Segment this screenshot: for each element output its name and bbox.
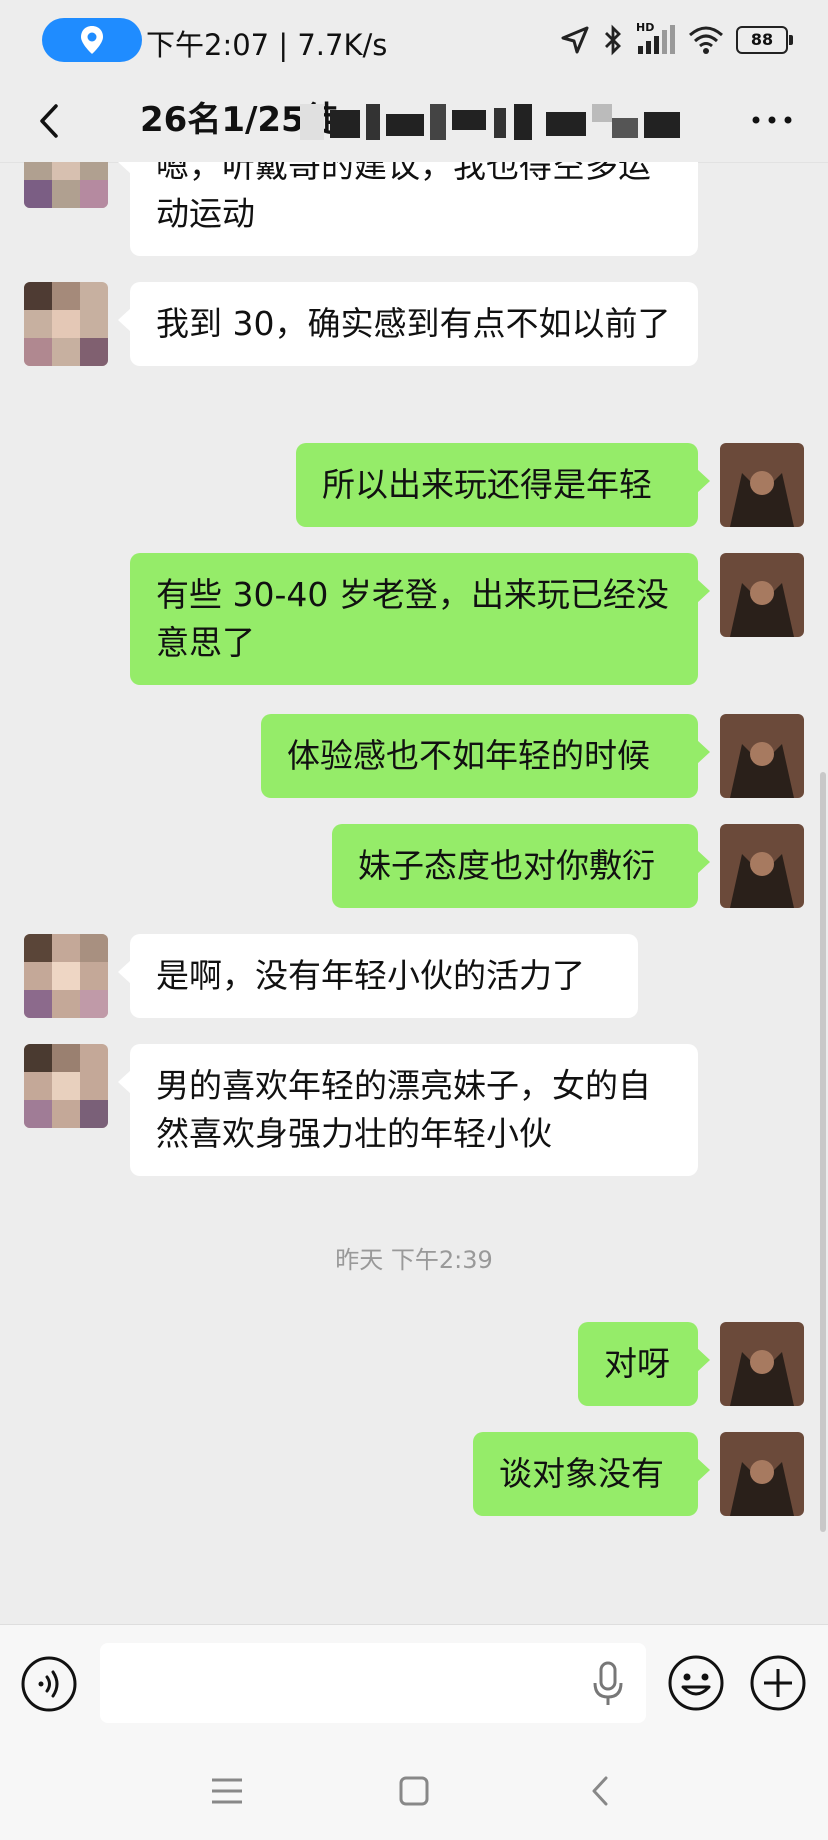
contact-avatar[interactable] [24,282,108,366]
my-avatar[interactable] [720,824,804,908]
status-icons: HD 88 [560,21,793,58]
message-row: 男的喜欢年轻的漂亮妹子，女的自然喜欢身强力壮的年轻小伙 [0,1044,828,1184]
message-bubble[interactable]: 对呀 [578,1322,710,1406]
recent-apps-button[interactable] [206,1770,248,1812]
plus-icon [750,1655,806,1711]
contact-avatar[interactable] [24,162,108,208]
signal-icon: HD [636,21,676,56]
more-dots-icon [752,116,792,124]
voice-button[interactable] [20,1655,78,1713]
message-timestamp: 昨天 下午2:39 [335,1246,493,1274]
message-bubble[interactable]: 我到 30，确实感到有点不如以前了 [118,282,698,366]
my-avatar[interactable] [720,553,804,637]
emoji-button[interactable] [666,1653,726,1713]
system-navigation-bar [0,1740,828,1840]
message-row: 嗯，听戴哥的建议，我也得空多运动运动 [0,162,828,264]
message-row: 谈对象没有 [0,1432,828,1522]
bluetooth-icon [605,24,621,56]
chat-message-list[interactable]: 嗯，听戴哥的建议，我也得空多运动运动 我到 30，确实感到有点不如以前了 所以出… [0,162,828,1624]
message-bubble[interactable]: 所以出来玩还得是年轻 [296,443,710,527]
battery-icon: 88 [736,26,793,54]
message-bubble[interactable]: 妹子态度也对你敷衍 [332,824,710,908]
home-button[interactable] [393,1770,435,1812]
message-row: 所以出来玩还得是年轻 [0,443,828,533]
message-row: 妹子态度也对你敷衍 [0,824,828,914]
contact-avatar[interactable] [24,1044,108,1128]
location-indicator [42,18,142,62]
emoji-icon [668,1655,724,1711]
message-row: 有些 30-40 岁老登，出来玩已经没意思了 [0,553,828,693]
input-bar [0,1624,828,1741]
more-button[interactable] [746,98,798,142]
message-bubble[interactable]: 嗯，听戴哥的建议，我也得空多运动运动 [118,162,698,256]
mic-button[interactable] [592,1661,624,1707]
redacted-title-mosaic [300,104,680,140]
microphone-icon [593,1661,623,1705]
scrollbar[interactable] [820,772,826,1532]
message-bubble[interactable]: 谈对象没有 [473,1432,710,1516]
more-functions-button[interactable] [748,1653,808,1713]
message-bubble[interactable]: 男的喜欢年轻的漂亮妹子，女的自然喜欢身强力壮的年轻小伙 [118,1044,698,1176]
message-row: 对呀 [0,1322,828,1412]
message-bubble[interactable]: 是啊，没有年轻小伙的活力了 [118,934,638,1018]
message-bubble[interactable]: 体验感也不如年轻的时候 [261,714,710,798]
message-row: 是啊，没有年轻小伙的活力了 [0,934,828,1024]
status-time-speed: 下午2:07 | 7.7K/s [146,28,388,62]
location-arrow-icon [561,26,589,54]
message-row: 体验感也不如年轻的时候 [0,714,828,804]
my-avatar[interactable] [720,1322,804,1406]
my-avatar[interactable] [720,1432,804,1516]
chat-header: 26名1/25徒 [0,80,828,163]
chevron-left-icon [40,104,58,138]
my-avatar[interactable] [720,443,804,527]
location-pin-icon [81,26,103,54]
back-button[interactable] [28,94,78,148]
my-avatar[interactable] [720,714,804,798]
back-arrow-icon [592,1776,608,1806]
menu-lines-icon [212,1778,242,1804]
message-bubble[interactable]: 有些 30-40 岁老登，出来玩已经没意思了 [130,553,710,685]
voice-icon [21,1656,77,1712]
contact-avatar[interactable] [24,934,108,1018]
system-back-button[interactable] [580,1770,622,1812]
status-bar: 下午2:07 | 7.7K/s HD 88 [0,0,828,80]
message-row: 我到 30，确实感到有点不如以前了 [0,282,828,422]
message-input[interactable] [100,1643,646,1723]
wifi-icon [689,26,723,54]
home-square-icon [399,1776,429,1806]
